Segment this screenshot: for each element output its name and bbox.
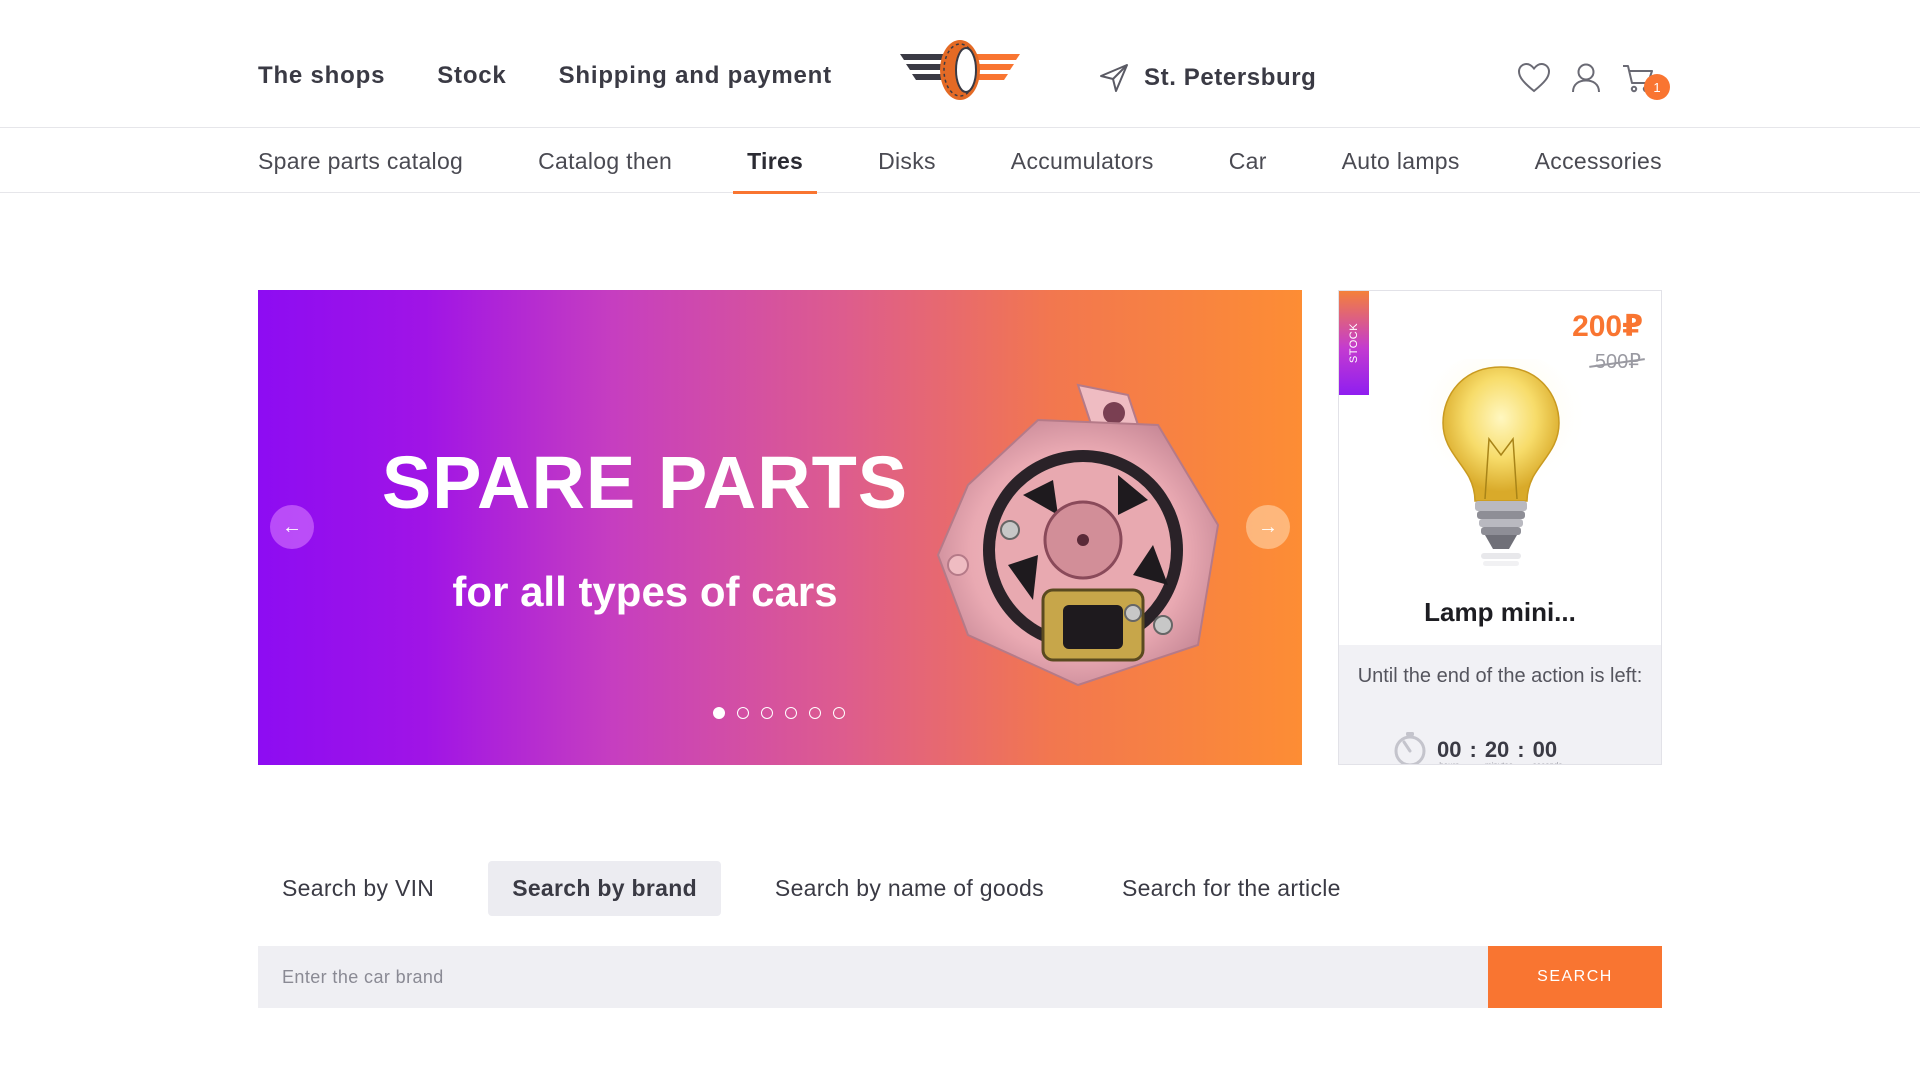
promo-card[interactable]: STOCK 200₽ 500₽ Lamp mini... Until the e…	[1338, 290, 1662, 765]
top-nav: The shops Stock Shipping and payment	[258, 62, 832, 90]
tab-search-by-article[interactable]: Search for the article	[1098, 861, 1365, 916]
category-accumulators[interactable]: Accumulators	[1011, 129, 1154, 193]
category-disks[interactable]: Disks	[878, 129, 936, 193]
category-car[interactable]: Car	[1229, 129, 1267, 193]
favorites-button[interactable]	[1516, 60, 1552, 96]
timer-minutes: 20 minutes	[1485, 737, 1513, 764]
timer-minutes-unit: minutes	[1485, 761, 1513, 764]
search-button[interactable]: SEARCH	[1488, 946, 1662, 1008]
account-button[interactable]	[1568, 60, 1604, 96]
slider-dot[interactable]	[785, 707, 797, 719]
cart-button[interactable]: 1	[1620, 60, 1670, 100]
nav-link-shops[interactable]: The shops	[258, 62, 385, 90]
category-spare-parts-catalog[interactable]: Spare parts catalog	[258, 129, 463, 193]
stock-tag-label: STOCK	[1348, 322, 1360, 364]
heart-icon	[1517, 62, 1551, 93]
promo-price-new: 200₽	[1572, 310, 1643, 343]
site-header: The shops Stock Shipping and payment St.…	[0, 0, 1920, 128]
tab-search-by-brand[interactable]: Search by brand	[488, 861, 721, 916]
timer-hours: 00 hours	[1437, 737, 1461, 764]
city-selector[interactable]: St. Petersburg	[1098, 62, 1316, 94]
promo-product-name[interactable]: Lamp mini...	[1339, 597, 1661, 628]
timer-hours-unit: hours	[1437, 761, 1461, 764]
hero-slider: SPARE PARTS for all types of cars ← →	[258, 290, 1302, 765]
slide-subtitle: for all types of cars	[452, 568, 838, 615]
category-bar: Spare parts catalog Catalog then Tires D…	[0, 129, 1920, 194]
slider-dot[interactable]	[737, 707, 749, 719]
slider-next-button[interactable]: →	[1246, 505, 1290, 549]
cart-count-badge: 1	[1644, 74, 1670, 100]
logo[interactable]	[898, 38, 1022, 104]
tire-logo-icon	[900, 40, 1020, 100]
slider-dot[interactable]	[809, 707, 821, 719]
tab-search-by-name[interactable]: Search by name of goods	[751, 861, 1068, 916]
stock-tag: STOCK	[1339, 291, 1369, 395]
slide-title: SPARE PARTS	[381, 441, 909, 524]
timer-seconds-unit: seconds	[1533, 761, 1563, 764]
timer-separator: :	[1469, 737, 1477, 762]
city-name: St. Petersburg	[1144, 64, 1317, 91]
lamp-image	[1413, 359, 1589, 566]
user-icon	[1572, 63, 1600, 93]
alternator-image	[936, 383, 1220, 687]
search-tabs: Search by VIN Search by brand Search by …	[258, 861, 1365, 916]
category-tires[interactable]: Tires	[733, 129, 818, 194]
category-catalog-then[interactable]: Catalog then	[538, 129, 672, 193]
tab-search-by-vin[interactable]: Search by VIN	[258, 861, 458, 916]
timer-separator: :	[1517, 737, 1525, 762]
car-brand-search-input[interactable]	[258, 946, 1488, 1008]
category-auto-lamps[interactable]: Auto lamps	[1342, 129, 1460, 193]
category-accessories[interactable]: Accessories	[1535, 129, 1662, 193]
slider-dot[interactable]	[761, 707, 773, 719]
slider-prev-button[interactable]: ←	[270, 505, 314, 549]
category-list: Spare parts catalog Catalog then Tires D…	[258, 129, 1662, 194]
countdown-timer: 00 hours : 20 minutes : 00 seconds	[1391, 731, 1563, 764]
slider-pagination	[713, 707, 845, 719]
timer-seconds: 00 seconds	[1533, 737, 1563, 764]
timer-label: Until the end of the action is left:	[1357, 665, 1643, 687]
search-form: SEARCH	[258, 946, 1662, 1008]
nav-link-shipping-payment[interactable]: Shipping and payment	[559, 62, 832, 90]
nav-link-stock[interactable]: Stock	[437, 62, 506, 90]
promo-timer-panel: Until the end of the action is left: 00 …	[1339, 645, 1661, 764]
slider-dot[interactable]	[833, 707, 845, 719]
location-arrow-icon	[1100, 64, 1128, 92]
slider-dot[interactable]	[713, 707, 725, 719]
promo-price-old: 500₽	[1594, 351, 1641, 373]
user-actions: 1	[1516, 60, 1670, 100]
stopwatch-icon	[1394, 732, 1426, 764]
